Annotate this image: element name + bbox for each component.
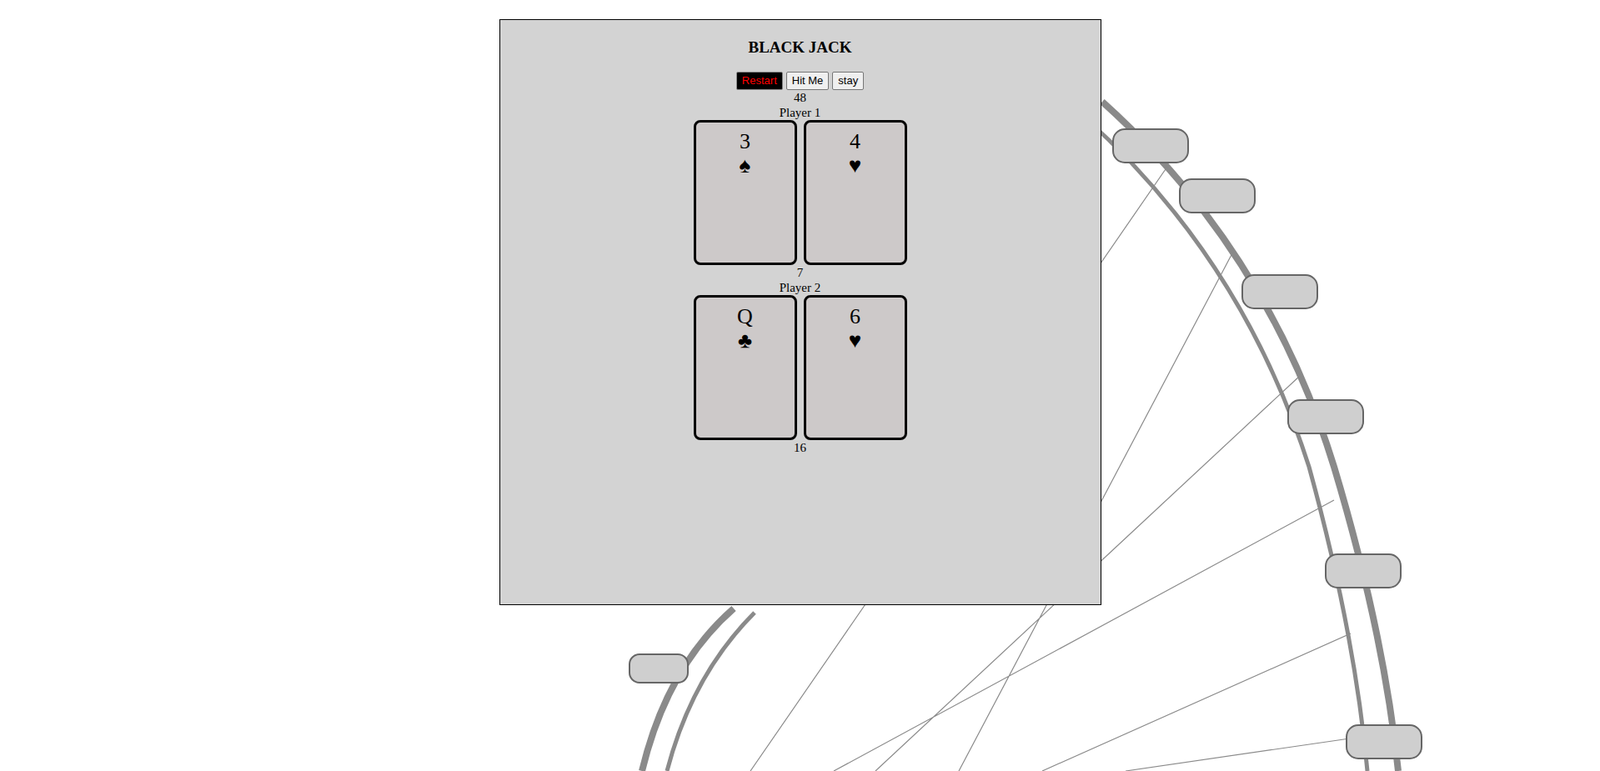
- playing-card: 6♥: [803, 295, 908, 441]
- playing-card: Q♣: [693, 295, 798, 441]
- card-rank: 4: [806, 129, 905, 155]
- card-suit: ♥: [806, 329, 905, 354]
- game-button[interactable]: stay: [832, 71, 864, 91]
- player-total: 7: [797, 265, 804, 281]
- card-row: 3♠4♥: [693, 120, 908, 266]
- card-suit: ♠: [696, 154, 795, 179]
- card-row: Q♣6♥: [693, 295, 908, 441]
- card-rank: Q: [696, 304, 795, 330]
- player-name: Player 1: [779, 105, 822, 121]
- playing-card: 4♥: [803, 120, 908, 266]
- card-rank: 3: [696, 129, 795, 155]
- card-suit: ♣: [696, 329, 795, 354]
- card-rank: 6: [806, 304, 905, 330]
- card-suit: ♥: [806, 154, 905, 179]
- player-total: 16: [793, 440, 807, 456]
- playing-card: 3♠: [693, 120, 798, 266]
- game-panel: BLACK JACKRestartHit Mestay48Player 13♠4…: [499, 19, 1102, 606]
- game-button[interactable]: Hit Me: [786, 71, 830, 91]
- game-button[interactable]: Restart: [736, 71, 783, 91]
- button-bar: RestartHit Mestay: [500, 71, 1101, 91]
- player-section: Player 2Q♣6♥16: [500, 280, 1101, 456]
- game-title: BLACK JACK: [500, 38, 1101, 58]
- player-name: Player 2: [779, 280, 822, 296]
- player-section: Player 13♠4♥7: [500, 105, 1101, 281]
- deck-count: 48: [500, 90, 1101, 106]
